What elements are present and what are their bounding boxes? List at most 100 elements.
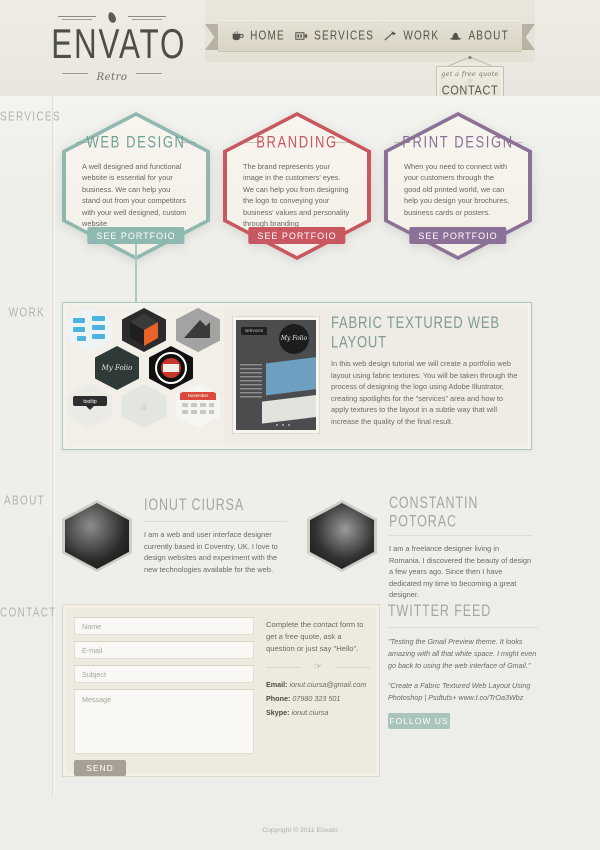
main-navigation: HOME SERVICES WORK ABOUT [205, 20, 535, 52]
hex-connector-line [135, 244, 137, 302]
nav-label: WORK [403, 29, 440, 43]
service-title: WEB DESIGN [86, 131, 186, 152]
contact-info: Complete the contact form to get a free … [266, 619, 370, 720]
detail-label: Skype: [266, 708, 290, 718]
about-person-name: IONUT CIURSA [144, 495, 245, 515]
axe-icon [384, 31, 397, 41]
featured-description: In this web design tutorial we will crea… [331, 359, 518, 426]
page-body: SERVICES WORK ABOUT CONTACT WEB DESIGN A… [0, 96, 600, 850]
detail-label: Phone: [266, 694, 291, 704]
portfolio-thumbnail-grid: My Folio tooltip a November [68, 308, 220, 444]
featured-text: FABRIC TEXTURED WEB LAYOUT In this web d… [331, 313, 519, 428]
sidebar-item-work[interactable]: WORK [0, 307, 52, 321]
thumbnail-label: My Folio [101, 363, 133, 372]
myfolio-thumbnail[interactable]: My Folio [95, 346, 139, 390]
about-person-info: IONUT CIURSA I am a web and user interfa… [144, 495, 287, 575]
service-description: When you need to connect with your custo… [404, 162, 510, 217]
contact-lead-text: Complete the contact form to get a free … [266, 620, 364, 653]
divider [144, 521, 287, 522]
preview-canvas: SERVICES My Folio [236, 320, 316, 430]
avatar [307, 500, 377, 572]
thumbnail-label: a [141, 398, 147, 413]
avatar-photo [310, 503, 374, 569]
vertical-rail [52, 96, 53, 796]
orange-cube-thumbnail[interactable] [122, 308, 166, 352]
about-person: IONUT CIURSA I am a web and user interfa… [62, 494, 287, 590]
grey-hand-thumbnail[interactable] [176, 308, 220, 352]
contact-detail-phone: Phone: 07980 323 501 [266, 692, 370, 706]
preview-paper [262, 394, 316, 424]
nav-ribbon: HOME SERVICES WORK ABOUT [218, 20, 522, 52]
pointing-hand-icon: ☞ [313, 661, 323, 672]
service-card-print-design[interactable]: PRINT DESIGN When you need to connect wi… [384, 112, 532, 260]
divider [388, 627, 538, 628]
tweet-item: "Create a Fabric Textured Web Layout Usi… [388, 681, 531, 703]
nav-item-home[interactable]: HOME [231, 29, 285, 43]
nav-label: SERVICES [314, 29, 375, 43]
contact-detail-skype: Skype: ionut.ciursa [266, 706, 370, 720]
hat-icon [450, 32, 462, 40]
contact-form: Name E-mail Subject Message SEND [74, 617, 254, 776]
about-person-bio: I am a freelance designer living in Roma… [389, 544, 532, 600]
see-portfolio-button[interactable]: SEE PORTFOIO [248, 227, 346, 244]
preview-dots [276, 424, 294, 426]
preview-text-block [240, 364, 262, 398]
service-card-branding[interactable]: BRANDING The brand represents your image… [223, 112, 371, 260]
logo-wordmark: ENVATO [51, 20, 187, 67]
subject-field[interactable]: Subject [74, 665, 254, 683]
see-portfolio-button[interactable]: SEE PORTFOIO [87, 227, 185, 244]
sidebar-item-contact[interactable]: CONTACT [0, 607, 55, 621]
site-logo[interactable]: ENVATO Retro [48, 11, 187, 83]
sidebar-item-about[interactable]: ABOUT [0, 495, 52, 509]
preview-logo: My Folio [279, 324, 309, 354]
logo-tagline-wrap: Retro [48, 67, 176, 83]
service-description: The brand represents your image in the c… [243, 162, 350, 229]
nav-item-work[interactable]: WORK [384, 29, 440, 43]
about-person-info: CONSTANTIN POTORAC I am a freelance desi… [389, 494, 532, 601]
thumbnail-label: tooltip [83, 399, 97, 405]
service-title: BRANDING [256, 131, 338, 152]
thumbnail-label: November [187, 393, 209, 398]
footer-copyright: Copyright © 2011 Envato [262, 827, 338, 834]
service-card-web-design[interactable]: WEB DESIGN A well designed and functiona… [62, 112, 210, 260]
sidebar-item-services[interactable]: SERVICES [0, 111, 59, 125]
service-description: A well designed and functional website i… [82, 162, 187, 229]
logo-tagline: Retro [96, 72, 128, 83]
page-root: ENVATO Retro HOME SERVICES WORK ABOUT ge… [0, 0, 600, 850]
detail-value: ionut.ciursa [291, 708, 329, 718]
tooltip-thumbnail[interactable]: tooltip [68, 384, 112, 428]
send-button[interactable]: SEND [74, 760, 126, 776]
vertical-rail-highlight [54, 96, 55, 796]
about-person-name: CONSTANTIN POTORAC [389, 493, 479, 531]
contact-separator: ☞ [266, 661, 370, 673]
message-field[interactable]: Message [74, 689, 254, 754]
name-field[interactable]: Name [74, 617, 254, 635]
divider [389, 535, 532, 536]
service-title: PRINT DESIGN [402, 131, 514, 152]
nav-item-about[interactable]: ABOUT [449, 29, 509, 43]
featured-preview-image[interactable]: SERVICES My Folio [232, 316, 320, 434]
flowchart-thumbnail[interactable] [68, 308, 112, 352]
projector-icon [295, 32, 308, 40]
detail-value: 07980 323 501 [292, 694, 341, 704]
twitter-feed-section: TWITTER FEED "Testing the Gmail Preview … [388, 602, 538, 729]
contact-detail-email: Email: ionut.ciursa@gmail.com [266, 678, 370, 692]
avatar [62, 500, 132, 572]
nav-label: ABOUT [468, 29, 509, 43]
dark-badge-thumbnail[interactable] [149, 346, 193, 390]
preview-services-label: SERVICES [241, 327, 268, 335]
tweet-item: "Testing the Gmail Preview theme. It loo… [388, 637, 537, 670]
avatar-photo [65, 503, 129, 569]
featured-title: FABRIC TEXTURED WEB LAYOUT [331, 312, 500, 352]
nav-item-services[interactable]: SERVICES [295, 29, 375, 43]
see-portfolio-button[interactable]: SEE PORTFOIO [409, 227, 507, 244]
detail-value[interactable]: ionut.ciursa@gmail.com [290, 680, 367, 689]
work-section: My Folio tooltip a November SERVICES My … [62, 302, 532, 450]
services-section: WEB DESIGN A well designed and functiona… [62, 112, 532, 264]
follow-us-button[interactable]: FOLLOW US [388, 712, 450, 729]
letter-a-thumbnail[interactable]: a [122, 384, 166, 428]
email-field[interactable]: E-mail [74, 641, 254, 659]
coffee-cup-icon [232, 31, 244, 41]
preview-screenshot [266, 356, 316, 396]
calendar-thumbnail[interactable]: November [176, 384, 220, 428]
